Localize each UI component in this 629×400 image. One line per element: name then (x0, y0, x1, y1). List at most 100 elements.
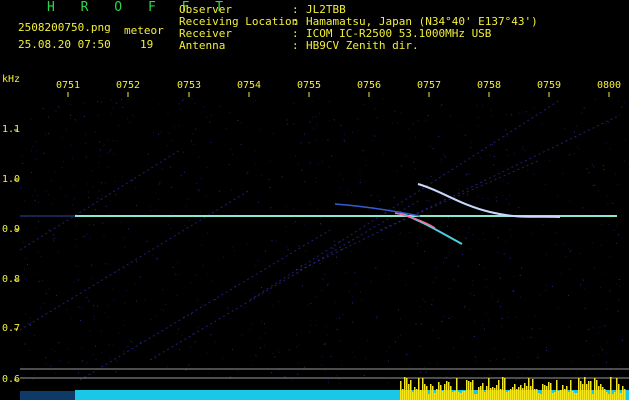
noise-speck (162, 289, 164, 291)
level-spike (590, 381, 592, 400)
noise-speck (351, 192, 352, 194)
noise-speck (364, 181, 366, 183)
noise-speck (139, 276, 141, 278)
info-values: JL2TBB Hamamatsu, Japan (N34°40' E137°43… (306, 4, 538, 52)
noise-speck (438, 337, 440, 339)
noise-speck (569, 268, 571, 270)
noise-speck (503, 253, 505, 255)
noise-speck (616, 225, 618, 226)
noise-speck (229, 376, 231, 378)
noise-speck (624, 102, 626, 103)
noise-speck (215, 299, 217, 301)
noise-speck (83, 236, 85, 238)
noise-speck (287, 248, 289, 250)
spectrogram-plot (14, 92, 629, 400)
noise-speck (140, 341, 142, 343)
noise-speck (601, 224, 603, 225)
noise-speck (58, 342, 60, 344)
noise-speck (472, 234, 474, 236)
noise-speck (202, 304, 203, 306)
noise-speck (607, 203, 609, 205)
noise-speck (419, 345, 421, 347)
noise-speck (323, 343, 325, 345)
noise-speck (374, 135, 376, 137)
noise-speck (178, 273, 180, 275)
noise-speck (441, 218, 443, 220)
noise-speck (343, 133, 345, 135)
noise-speck (61, 167, 62, 169)
noise-speck (92, 354, 94, 356)
noise-speck (20, 187, 22, 189)
noise-speck (548, 159, 550, 161)
level-spike (576, 393, 578, 400)
level-spike (570, 380, 572, 400)
noise-speck (597, 354, 599, 356)
noise-speck (233, 250, 235, 252)
level-spike (522, 388, 524, 400)
noise-speck (134, 217, 136, 219)
noise-speck (34, 190, 36, 192)
noise-speck (413, 161, 415, 163)
level-spike (568, 392, 570, 400)
noise-speck (454, 220, 456, 221)
noise-speck (237, 370, 239, 372)
noise-speck (443, 154, 445, 156)
noise-speck (546, 254, 548, 256)
noise-speck (45, 133, 46, 135)
noise-speck (202, 264, 204, 266)
noise-speck (207, 273, 209, 275)
noise-speck (343, 139, 345, 141)
noise-speck (255, 162, 257, 164)
noise-speck (180, 175, 182, 177)
noise-speck (376, 117, 378, 119)
noise-speck (251, 324, 253, 326)
level-spike (432, 386, 434, 400)
noise-speck (447, 225, 449, 227)
time-tick-0800: 0800 (597, 80, 622, 91)
spectrogram-screen: H R O F F T 2508200750.png 25.08.20 07:5… (0, 0, 629, 400)
noise-speck (489, 360, 491, 361)
noise-speck (493, 164, 495, 166)
level-spike (556, 380, 558, 400)
noise-speck (59, 359, 61, 361)
noise-speck (507, 154, 509, 156)
noise-speck (71, 317, 73, 319)
noise-speck (576, 125, 577, 127)
noise-speck (359, 179, 361, 181)
noise-speck (398, 309, 399, 311)
noise-speck (32, 145, 34, 147)
noise-speck (328, 382, 329, 384)
level-spike (564, 389, 566, 400)
noise-speck (259, 129, 261, 131)
noise-speck (401, 203, 403, 205)
noise-speck (75, 225, 77, 227)
noise-speck (112, 140, 114, 142)
noise-speck (310, 302, 312, 304)
level-spike (520, 385, 522, 400)
noise-speck (594, 184, 596, 186)
level-spike (544, 385, 546, 400)
noise-speck (86, 362, 88, 364)
noise-speck (157, 259, 159, 261)
noise-speck (288, 349, 290, 351)
noise-speck (103, 236, 105, 238)
level-spike (622, 386, 624, 400)
noise-speck (615, 242, 617, 244)
noise-speck (76, 239, 77, 240)
noise-speck (214, 341, 216, 343)
noise-speck (327, 282, 329, 284)
noise-speck (227, 307, 229, 309)
noise-speck (621, 339, 623, 341)
noise-speck (264, 323, 265, 325)
noise-speck (65, 196, 67, 198)
noise-speck (501, 326, 502, 328)
level-spike (442, 391, 444, 400)
noise-speck (370, 280, 372, 282)
noise-speck (593, 167, 595, 168)
noise-speck (255, 265, 257, 266)
noise-speck (320, 224, 322, 226)
noise-speck (608, 223, 610, 225)
noise-speck (537, 357, 539, 359)
noise-speck (285, 205, 287, 207)
noise-speck (30, 322, 32, 324)
